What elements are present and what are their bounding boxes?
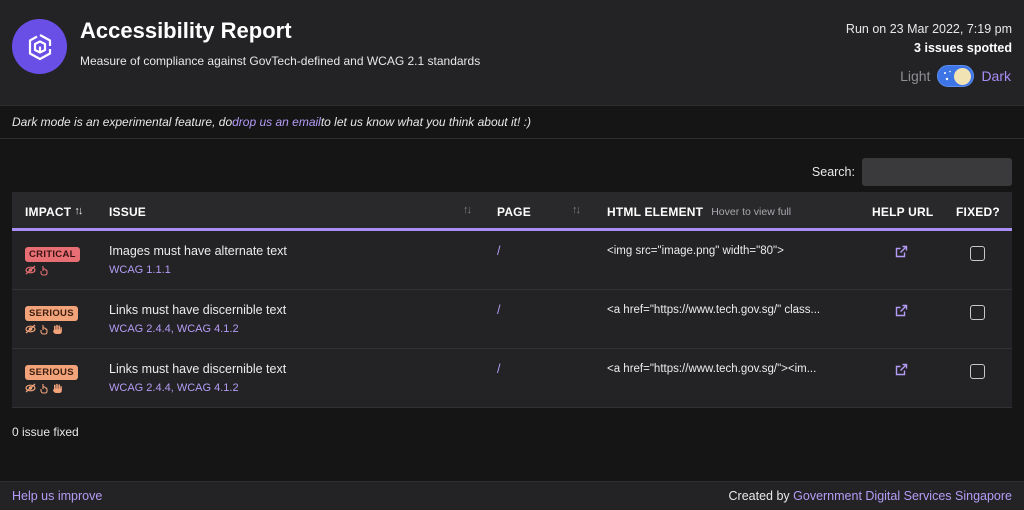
theme-toggle: Light Dark [900, 64, 1011, 88]
external-link-icon[interactable] [895, 245, 908, 261]
sort-page-icon[interactable]: ↑↓ [572, 204, 581, 216]
impact-cell: CRITICAL [25, 245, 80, 276]
footer-credit: Created by Government Digital Services S… [729, 489, 1012, 503]
fixed-checkbox[interactable] [970, 364, 985, 379]
page-subtitle: Measure of compliance against GovTech-de… [80, 54, 481, 68]
theme-dark-label[interactable]: Dark [981, 68, 1011, 84]
credit-prefix: Created by [728, 489, 794, 503]
page-title: Accessibility Report [80, 18, 292, 43]
theme-light-label[interactable]: Light [900, 68, 930, 84]
pointer-hand-icon [40, 266, 48, 276]
issues-spotted-count: 3 issues spotted [914, 41, 1012, 55]
fixed-issues-count: 0 issue fixed [12, 425, 79, 439]
moon-icon [954, 68, 972, 85]
external-link-icon[interactable] [895, 363, 908, 379]
column-help-url: HELP URL [872, 192, 933, 231]
run-info: Run on 23 Mar 2022, 7:19 pm 3 issues spo… [846, 20, 1012, 58]
help-improve-link[interactable]: Help us improve [12, 489, 102, 503]
eye-slash-icon [25, 265, 36, 275]
table-row: CRITICAL Images must have alternate text… [12, 231, 1012, 290]
fixed-checkbox[interactable] [970, 246, 985, 261]
theme-switch[interactable] [937, 65, 975, 87]
credit-org-link[interactable]: Government Digital Services Singapore [793, 489, 1012, 503]
issue-cell: Links must have discernible text WCAG 2.… [109, 362, 286, 394]
column-page[interactable]: PAGE [497, 192, 531, 231]
column-html-element-hint: Hover to view full [711, 205, 792, 218]
table-row: SERIOUS Links must have discernible text… [12, 290, 1012, 349]
banner-text-before: Dark mode is an experimental feature, do [12, 115, 233, 129]
html-element-snippet[interactable]: <a href="https://www.tech.gov.sg/"><im..… [607, 363, 816, 375]
issues-table: IMPACT ↑↓ ISSUE ↑↓ PAGE ↑↓ HTML ELEMENT … [12, 192, 1012, 408]
column-html-element-label: HTML ELEMENT [607, 204, 704, 219]
wcag-reference: WCAG 1.1.1 [109, 264, 171, 276]
report-cube-icon [12, 19, 67, 74]
eye-slash-icon [25, 383, 36, 393]
column-issue-label: ISSUE [109, 204, 147, 219]
sort-issue-icon[interactable]: ↑↓ [463, 204, 472, 216]
table-header: IMPACT ↑↓ ISSUE ↑↓ PAGE ↑↓ HTML ELEMENT … [12, 192, 1012, 231]
column-help-url-label: HELP URL [872, 204, 934, 219]
search-row: Search: [812, 158, 1012, 186]
sort-descending-icon[interactable]: ↑↓ [74, 205, 83, 217]
palm-hand-icon [53, 324, 62, 334]
issue-title: Links must have discernible text [109, 362, 287, 376]
impact-badge: SERIOUS [25, 306, 78, 321]
dark-mode-banner: Dark mode is an experimental feature, do… [0, 106, 1024, 139]
banner-text-after: to let us know what you think about it! … [320, 115, 531, 129]
page-footer: Help us improve Created by Government Di… [0, 481, 1024, 510]
html-element-snippet[interactable]: <img src="image.png" width="80"> [607, 245, 784, 257]
page-link[interactable]: / [497, 244, 500, 258]
report-header: Accessibility Report Measure of complian… [0, 0, 1024, 106]
column-fixed: FIXED? [956, 192, 1000, 231]
impact-cell: SERIOUS [25, 363, 78, 394]
search-label: Search: [811, 165, 855, 179]
issue-title: Images must have alternate text [109, 244, 287, 258]
column-fixed-label: FIXED? [956, 204, 1000, 219]
impact-cell: SERIOUS [25, 304, 78, 335]
html-element-snippet[interactable]: <a href="https://www.tech.gov.sg/" class… [607, 304, 820, 316]
wcag-reference: WCAG 2.4.4, WCAG 4.1.2 [109, 382, 239, 394]
email-feedback-link[interactable]: drop us an email [232, 115, 321, 129]
column-html-element: HTML ELEMENT Hover to view full [607, 192, 791, 231]
pointer-hand-icon [40, 325, 48, 335]
page-link[interactable]: / [497, 362, 500, 376]
issue-cell: Images must have alternate text WCAG 1.1… [109, 244, 287, 276]
column-impact-label: IMPACT [25, 204, 72, 219]
column-impact[interactable]: IMPACT ↑↓ [25, 192, 83, 231]
eye-slash-icon [25, 324, 36, 334]
run-timestamp: Run on 23 Mar 2022, 7:19 pm [845, 22, 1012, 36]
pointer-hand-icon [40, 384, 48, 394]
search-input[interactable] [862, 158, 1012, 186]
external-link-icon[interactable] [895, 304, 908, 320]
issue-title: Links must have discernible text [109, 303, 287, 317]
fixed-checkbox[interactable] [970, 305, 985, 320]
palm-hand-icon [53, 383, 62, 393]
stars-icon [944, 70, 952, 81]
column-issue[interactable]: ISSUE [109, 192, 146, 231]
page-link[interactable]: / [497, 303, 500, 317]
issue-cell: Links must have discernible text WCAG 2.… [109, 303, 286, 335]
column-page-label: PAGE [497, 204, 531, 219]
wcag-reference: WCAG 2.4.4, WCAG 4.1.2 [109, 323, 239, 335]
impact-badge: SERIOUS [25, 365, 78, 380]
impact-badge: CRITICAL [25, 247, 80, 262]
table-row: SERIOUS Links must have discernible text… [12, 349, 1012, 408]
